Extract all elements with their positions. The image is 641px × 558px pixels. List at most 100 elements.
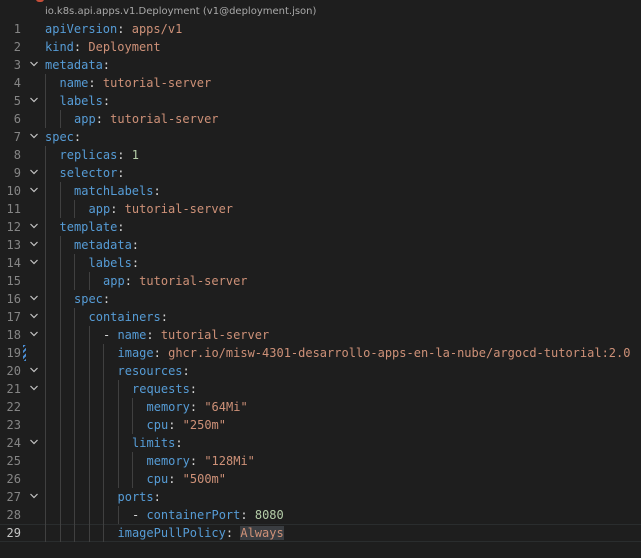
yaml-key: name [59,76,89,90]
indent-guide [45,506,46,524]
colon: : [189,454,198,468]
chevron-down-icon[interactable] [29,56,39,74]
chevron-down-icon[interactable] [29,92,39,110]
colon: : [73,130,82,144]
yaml-key: image [117,346,154,360]
line-number: 15 [6,274,21,288]
chevron-down-icon[interactable] [29,308,39,326]
line-number: 28 [6,508,21,522]
indent-guide [45,110,46,128]
colon: : [168,472,176,486]
indent-guide [103,452,104,470]
code-line[interactable]: 2 kind: Deployment [0,38,641,56]
code-line[interactable]: 7 spec: [0,128,641,146]
code-line[interactable]: 14 labels: [0,254,641,272]
code-line[interactable]: 13 metadata: [0,236,641,254]
code-line[interactable]: 26 cpu: "500m" [0,470,641,488]
chevron-down-icon[interactable] [29,164,39,182]
chevron-down-icon[interactable] [29,290,39,308]
chevron-down-icon[interactable] [29,182,39,200]
line-number: 27 [6,490,21,504]
chevron-down-icon[interactable] [29,254,39,272]
yaml-value: "250m" [182,418,227,432]
colon: : [189,382,198,396]
code-line[interactable]: 1 apiVersion: apps/v1 [0,20,641,38]
line-number: 10 [6,184,21,198]
code-line[interactable]: 3 metadata: [0,56,641,74]
colon: : [95,112,103,126]
chevron-down-icon[interactable] [29,236,39,254]
colon: : [225,526,234,540]
code-line[interactable]: 15 app: tutorial-server [0,272,641,290]
code-line[interactable]: 22 memory: "64Mi" [0,398,641,416]
code-line[interactable]: 12 template: [0,218,641,236]
yaml-key: replicas [59,148,118,162]
colon: : [73,40,82,54]
yaml-value: Always [240,526,284,540]
code-line[interactable]: 16 spec: [0,290,641,308]
indent-guide [59,272,61,290]
yaml-key: labels [59,94,103,108]
code-line[interactable]: 20 resources: [0,362,641,380]
code-line[interactable]: 17 containers: [0,308,641,326]
indent-guide [45,362,46,380]
indent-guide [45,290,46,308]
line-number: 26 [6,472,21,486]
chevron-down-icon[interactable] [29,218,39,236]
chevron-down-icon[interactable] [29,128,39,146]
indent-guide [103,380,104,398]
chevron-down-icon[interactable] [29,362,39,380]
code-lines[interactable]: 1 apiVersion: apps/v1 2 kind: Deployment 3 me… [0,20,641,542]
code-editor[interactable]: io.k8s.api.apps.v1.Deployment (v1@deploy… [0,0,641,558]
code-line[interactable]: 8 replicas: 1 [0,146,641,164]
indent-guide [45,254,46,272]
code-line[interactable]: 18 - name: tutorial-server [0,326,641,344]
code-line[interactable]: 9 selector: [0,164,641,182]
code-line[interactable]: 21 requests: [0,380,641,398]
chevron-down-icon[interactable] [29,326,39,344]
indent-guide [45,434,46,452]
indent-guide [59,182,61,200]
code-line[interactable]: 19 image: ghcr.io/misw-4301-desarrollo-ap… [0,344,641,362]
yaml-key: app [103,274,125,288]
indent-guide [45,308,46,326]
yaml-key: matchLabels [74,184,154,198]
code-line[interactable]: 24 limits: [0,434,641,452]
code-line[interactable]: 23 cpu: "250m" [0,416,641,434]
code-line[interactable]: 10 matchLabels: [0,182,641,200]
yaml-key: spec [45,130,74,144]
yaml-key: labels [88,256,132,270]
modified-gutter-marker[interactable] [23,345,26,361]
chevron-down-icon[interactable] [29,488,39,506]
yaml-value: tutorial-server [160,328,270,342]
code-line[interactable]: 11 app: tutorial-server [0,200,641,218]
schema-breadcrumb[interactable]: io.k8s.api.apps.v1.Deployment (v1@deploy… [45,3,316,21]
indent-guide [132,398,133,416]
yaml-value: 1 [131,148,139,162]
indent-guide [59,290,61,308]
code-line[interactable]: 28 - containerPort: 8080 [0,506,641,524]
indent-guide [45,470,46,488]
code-line[interactable]: 4 name: tutorial-server [0,74,641,92]
yaml-key: kind [45,40,74,54]
indent-guide [74,254,75,272]
yaml-key: cpu [146,418,169,432]
line-number: 24 [6,436,21,450]
code-line[interactable]: 5 labels: [0,92,641,110]
chevron-down-icon[interactable] [29,380,39,398]
yaml-value: tutorial-server [102,76,212,90]
yaml-value: "128Mi" [204,454,255,468]
code-line[interactable]: 6 app: tutorial-server [0,110,641,128]
indent-guide [74,452,75,470]
indent-guide [74,362,75,380]
code-line[interactable]: 25 memory: "128Mi" [0,452,641,470]
chevron-down-icon[interactable] [29,434,39,452]
line-number: 5 [13,94,21,108]
indent-guide [59,524,61,542]
code-line[interactable]: 27 ports: [0,488,641,506]
code-line[interactable]: 29 imagePullPolicy: Always [0,524,641,542]
indent-guide [74,524,75,542]
indent-guide [88,344,90,362]
indent-guide [117,434,119,452]
indent-guide [59,470,61,488]
